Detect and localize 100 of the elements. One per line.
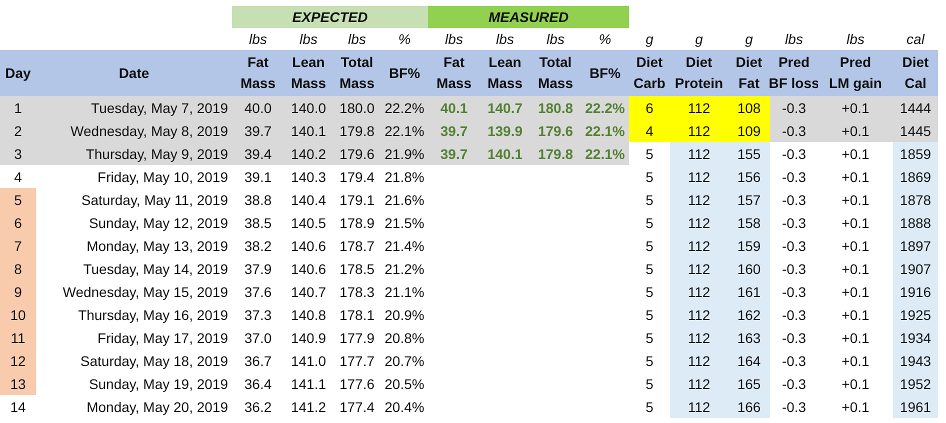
table-cell-text: 37.3 (243, 306, 273, 324)
table-cell-text: 140.8 (290, 306, 328, 324)
date-cell-text: Saturday, May 11, 2019 (80, 190, 229, 210)
unit-label: lbs (495, 30, 515, 49)
table-cell-text: +0.1 (840, 374, 870, 394)
table-cell: 1897 (893, 234, 938, 257)
table-cell-text: 37.9 (243, 260, 273, 278)
unit-label: lbs (444, 30, 464, 49)
table-cell-text: 5 (644, 328, 654, 348)
unit-label: % (598, 30, 612, 49)
date-cell-text: Monday, May 20, 2019 (86, 398, 229, 417)
table-cell-text: -0.3 (780, 168, 808, 186)
table-cell-text: 140.3 (290, 168, 328, 186)
unit-label: % (397, 30, 412, 49)
table-cell: 162 (728, 303, 770, 326)
table-cell-text: 5 (644, 260, 654, 278)
table-cell-text: 20.4% (384, 398, 426, 416)
table-cell-text: 38.8 (243, 190, 273, 210)
table-cell: 112 (670, 165, 728, 188)
table-cell-text: 140.5 (290, 214, 328, 232)
table-cell-text: -0.3 (780, 190, 808, 210)
date-cell: Thursday, May 9, 2019 (36, 142, 232, 165)
unit-label: lbs (546, 30, 566, 49)
table-cell: 166 (728, 395, 770, 418)
column-header: Diet Carb (629, 50, 670, 96)
table-cell: 161 (728, 280, 770, 303)
table-cell-text: 141.0 (290, 352, 328, 370)
table-cell-text: 178.1 (338, 306, 376, 324)
column-header: Lean Mass (284, 50, 333, 96)
date-cell: Tuesday, May 7, 2019 (36, 96, 232, 119)
table-cell-text: 20.8% (384, 328, 426, 348)
table-cell-text: 5 (644, 236, 654, 256)
table-cell-text: 177.7 (338, 352, 376, 370)
measured-cell: 140.1 (480, 142, 530, 165)
unit-label: g (744, 30, 754, 49)
table-cell: 1934 (893, 326, 938, 349)
day-number: 11 (0, 326, 36, 349)
table-cell: -0.3 (770, 96, 818, 119)
table-cell: 1952 (893, 372, 938, 395)
table-cell: 140.1 (284, 119, 333, 142)
table-cell-text: 21.1% (384, 282, 426, 302)
table-cell: 39.7 (232, 119, 284, 142)
table-cell: 179.8 (333, 119, 381, 142)
table-cell: 108 (728, 96, 770, 119)
table-cell-text: 21.8% (384, 168, 426, 186)
day-number: 4 (13, 168, 23, 186)
table-cell: 112 (670, 326, 728, 349)
column-header: BF% (581, 50, 629, 96)
table-cell-text: 140.7 (290, 282, 328, 302)
table-cell: +0.1 (818, 119, 893, 142)
table-cell: 21.9% (381, 142, 428, 165)
column-header: Fat Mass (232, 50, 284, 96)
table-cell-text: 38.2 (243, 236, 273, 256)
table-cell: 112 (670, 303, 728, 326)
measured-cell: 179.8 (530, 142, 581, 165)
table-cell: 112 (670, 234, 728, 257)
table-cell-text: -0.3 (780, 328, 808, 348)
table-cell-text: +0.1 (840, 282, 870, 302)
table-cell: 112 (670, 349, 728, 372)
table-cell-text: +0.1 (840, 398, 870, 416)
measured-cell: 39.7 (428, 119, 480, 142)
table-cell: 180.0 (333, 96, 381, 119)
table-cell: 112 (670, 280, 728, 303)
table-cell: 112 (670, 395, 728, 418)
table-cell: 112 (670, 96, 728, 119)
date-cell: Wednesday, May 8, 2019 (36, 119, 232, 142)
table-cell: 140.2 (284, 142, 333, 165)
day-number: 5 (0, 188, 36, 211)
table-cell-text: 37.6 (243, 282, 273, 302)
table-cell-text: 5 (644, 190, 654, 210)
table-cell-text: -0.3 (780, 282, 808, 302)
table-cell-text: -0.3 (780, 374, 808, 394)
table-cell: 1925 (893, 303, 938, 326)
measured-cell: 139.9 (480, 119, 530, 142)
table-cell-text: 179.1 (338, 190, 376, 210)
table-cell-text: +0.1 (840, 328, 870, 348)
table-cell-text: 39.1 (243, 168, 273, 186)
day-number: 9 (0, 280, 36, 303)
unit-label: g (694, 30, 704, 49)
date-cell-text: Thursday, May 16, 2019 (77, 306, 229, 325)
day-number: 14 (9, 398, 27, 416)
table-cell-text: 36.2 (243, 398, 273, 416)
table-cell: 1888 (893, 211, 938, 234)
measured-cell: 40.1 (428, 96, 480, 119)
table-cell: 159 (728, 234, 770, 257)
date-cell-text: Saturday, May 18, 2019 (79, 352, 229, 371)
table-cell: 112 (670, 211, 728, 234)
date-cell-text: Tuesday, May 14, 2019 (82, 260, 229, 279)
table-cell-text: +0.1 (840, 214, 870, 232)
table-cell: -0.3 (770, 119, 818, 142)
table-cell-text: 5 (644, 306, 654, 324)
table-cell-text: 5 (644, 398, 654, 416)
table-cell-text: 140.4 (290, 190, 328, 210)
table-cell-text: 141.2 (290, 398, 328, 416)
table-cell-text: 178.7 (338, 236, 376, 256)
column-header: Date (36, 50, 232, 96)
column-header: Fat Mass (428, 50, 480, 96)
table-cell-text: 21.6% (384, 190, 426, 210)
table-cell-text: 20.5% (384, 374, 426, 394)
table-cell-text: -0.3 (780, 306, 808, 324)
